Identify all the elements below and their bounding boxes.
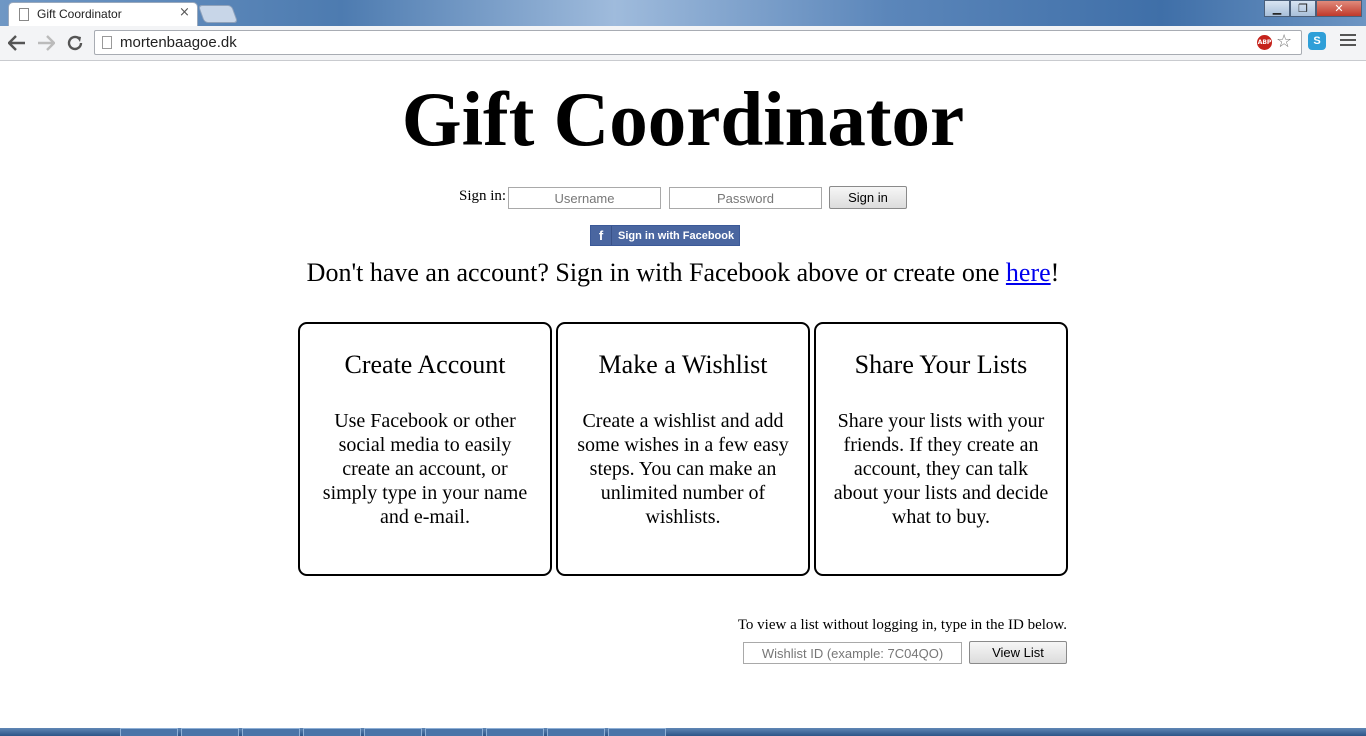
facebook-icon: f bbox=[591, 226, 612, 245]
taskbar-item[interactable] bbox=[486, 728, 544, 736]
taskbar-item[interactable] bbox=[425, 728, 483, 736]
page-icon bbox=[102, 36, 112, 49]
back-icon[interactable] bbox=[6, 32, 28, 54]
card-title: Share Your Lists bbox=[854, 350, 1028, 379]
card-title: Make a Wishlist bbox=[598, 350, 768, 379]
facebook-signin-button[interactable]: f Sign in with Facebook bbox=[590, 225, 740, 246]
feature-card-create-account: Create Account Use Facebook or other soc… bbox=[298, 322, 552, 576]
browser-tab-active[interactable]: Gift Coordinator × bbox=[8, 2, 198, 26]
new-tab-button[interactable] bbox=[197, 5, 239, 23]
window-controls: ▁ ❐ ✕ bbox=[1264, 0, 1362, 20]
browser-titlebar: Gift Coordinator × ▁ ❐ ✕ bbox=[0, 0, 1366, 26]
maximize-button[interactable]: ❐ bbox=[1290, 0, 1316, 17]
forward-icon[interactable] bbox=[35, 32, 57, 54]
no-account-suffix: ! bbox=[1050, 258, 1060, 287]
tab-close-icon[interactable]: × bbox=[179, 5, 190, 20]
os-taskbar bbox=[0, 728, 1366, 736]
tab-title: Gift Coordinator bbox=[37, 7, 122, 21]
taskbar-item[interactable] bbox=[364, 728, 422, 736]
skype-extension-icon[interactable]: S bbox=[1308, 32, 1326, 50]
browser-toolbar: mortenbaagoe.dk ABP ☆ S bbox=[0, 26, 1366, 61]
card-text: Use Facebook or other social media to ea… bbox=[322, 410, 528, 528]
feature-card-share-lists: Share Your Lists Share your lists with y… bbox=[814, 322, 1068, 576]
taskbar-item[interactable] bbox=[608, 728, 666, 736]
taskbar-item[interactable] bbox=[547, 728, 605, 736]
wishlist-id-input[interactable] bbox=[743, 642, 962, 664]
page-content: Gift Coordinator Sign in: Sign in f Sign… bbox=[0, 61, 1366, 728]
card-text: Create a wishlist and add some wishes in… bbox=[577, 410, 789, 528]
url-text: mortenbaagoe.dk bbox=[120, 34, 237, 51]
card-text: Share your lists with your friends. If t… bbox=[833, 410, 1049, 528]
close-window-button[interactable]: ✕ bbox=[1316, 0, 1362, 17]
bookmark-star-icon[interactable]: ☆ bbox=[1276, 31, 1292, 52]
signin-button[interactable]: Sign in bbox=[829, 186, 907, 209]
taskbar-item[interactable] bbox=[242, 728, 300, 736]
card-title: Create Account bbox=[344, 350, 506, 379]
page-title: Gift Coordinator bbox=[401, 76, 965, 162]
username-input[interactable] bbox=[508, 187, 661, 209]
taskbar-item[interactable] bbox=[303, 728, 361, 736]
password-input[interactable] bbox=[669, 187, 822, 209]
no-account-text: Don't have an account? Sign in with Face… bbox=[306, 258, 1006, 287]
taskbar-item[interactable] bbox=[181, 728, 239, 736]
address-bar[interactable]: mortenbaagoe.dk ABP ☆ bbox=[94, 30, 1302, 55]
page-icon bbox=[19, 8, 29, 21]
reload-icon[interactable] bbox=[64, 32, 86, 54]
no-account-message: Don't have an account? Sign in with Face… bbox=[0, 258, 1366, 288]
minimize-button[interactable]: ▁ bbox=[1264, 0, 1290, 17]
adblock-icon[interactable]: ABP bbox=[1257, 35, 1272, 50]
create-account-link[interactable]: here bbox=[1006, 258, 1051, 287]
facebook-signin-label: Sign in with Facebook bbox=[618, 229, 735, 242]
taskbar-item[interactable] bbox=[120, 728, 178, 736]
menu-icon[interactable] bbox=[1340, 34, 1356, 50]
feature-card-make-wishlist: Make a Wishlist Create a wishlist and ad… bbox=[556, 322, 810, 576]
signin-label: Sign in: bbox=[459, 188, 507, 204]
view-list-note: To view a list without logging in, type … bbox=[737, 617, 1067, 633]
view-list-button[interactable]: View List bbox=[969, 641, 1067, 664]
